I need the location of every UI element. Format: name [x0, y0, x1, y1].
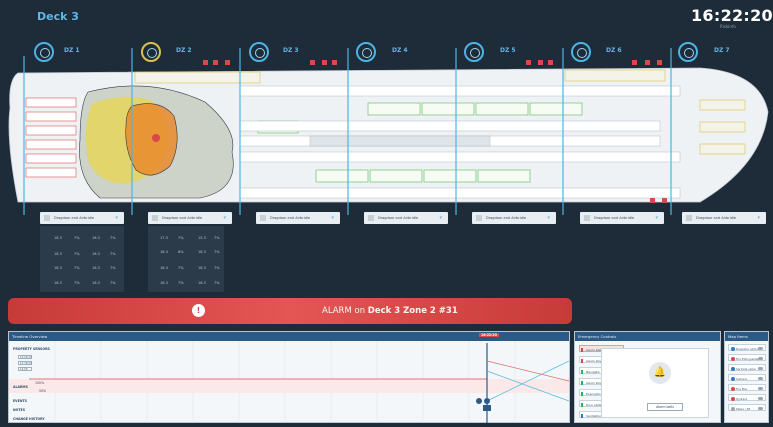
grid-value: 16.3 — [160, 266, 168, 270]
zone-4-panel[interactable]: Dragdoor and Airbridle ▾ — [364, 212, 448, 224]
grid-value: 7% — [110, 252, 116, 256]
zone-2-panel-icon — [152, 215, 158, 221]
map-item-toggle[interactable]: Dragdoor airbridle — [728, 344, 766, 351]
timeline-row-label: ALARMS — [13, 385, 28, 389]
alarm-prefix: ALARM on — [322, 306, 366, 316]
timeline-box[interactable]: 16:08 — [18, 367, 32, 371]
grid-value: 16.3 — [198, 250, 206, 254]
grid-value: 17.3 — [160, 236, 168, 240]
timeline-chart[interactable] — [9, 341, 569, 423]
bell-icon: 🔔 — [649, 362, 671, 384]
emergency-title: Emergency Controls — [575, 332, 720, 341]
timeline-row-label: NOTES — [13, 408, 26, 412]
map-items-title: Map Items — [725, 332, 768, 341]
zone-6-panel-icon — [584, 215, 590, 221]
grid-value: 16.3 — [160, 250, 168, 254]
map-item-toggle[interactable]: Stairs / lift — [728, 404, 766, 411]
zone-6-panel-label: Dragdoor and Airbridle — [594, 216, 635, 220]
grid-value: 7% — [110, 236, 116, 240]
zone-2-panel[interactable]: Dragdoor and Airbridle ▾ — [148, 212, 232, 224]
grid-value: 15.3 — [198, 236, 206, 240]
zone-6-panel[interactable]: Dragdoor and Airbridle ▾ — [580, 212, 664, 224]
grid-value: 16.3 — [54, 281, 62, 285]
grid-value: 16.3 — [198, 281, 206, 285]
grid-value: 16.3 — [92, 252, 100, 256]
grid-value: 7% — [110, 266, 116, 270]
zone-1-panel-icon — [44, 215, 50, 221]
map-item-toggle[interactable]: Sprinkle valve — [728, 364, 766, 371]
chevron-down-icon[interactable]: ▾ — [439, 215, 442, 221]
map-item-toggle[interactable]: Camera — [728, 374, 766, 381]
timeline-panel[interactable]: Timeline Overview PROPERTY SENSORS 16:08… — [8, 331, 570, 423]
zone-5-panel-icon — [476, 215, 482, 221]
zone-7-panel-icon — [686, 215, 692, 221]
chevron-down-icon[interactable]: ▾ — [655, 215, 658, 221]
zone-5-panel-label: Dragdoor and Airbridle — [486, 216, 527, 220]
zone-7-panel[interactable]: Dragdoor and Airbridle ▾ — [682, 212, 766, 224]
grid-value: 7% — [74, 236, 80, 240]
timeline-marker: 16:22:20 — [479, 333, 499, 337]
zone-2-panel-label: Dragdoor and Airbridle — [162, 216, 203, 220]
grid-value: 7% — [74, 281, 80, 285]
chevron-down-icon[interactable]: ▾ — [115, 215, 118, 221]
grid-value: 7% — [110, 281, 116, 285]
alarm-value: 50% — [39, 389, 47, 393]
clock-subtitle: Riskinfo — [720, 24, 736, 29]
grid-value: 7% — [74, 252, 80, 256]
timeline-box[interactable]: 15:38:23 — [18, 361, 32, 365]
grid-value: 7% — [74, 266, 80, 270]
alarm-icon: ! — [192, 304, 205, 317]
timeline-row-label: CHANGE HISTORY — [13, 417, 45, 421]
grid-value: 16.3 — [54, 252, 62, 256]
deck-title: Deck 3 — [37, 10, 79, 23]
alarm-bells-button[interactable]: Alarm bells — [647, 403, 683, 411]
chevron-down-icon[interactable]: ▾ — [223, 215, 226, 221]
clock: 16:22:20 — [691, 6, 773, 25]
alarm-location: Deck 3 Zone 2 #31 — [367, 306, 458, 316]
zone-7-panel-label: Dragdoor and Airbridle — [696, 216, 737, 220]
grid-value: 7% — [214, 281, 220, 285]
map-item-toggle[interactable]: Fire Box — [728, 384, 766, 391]
ship-deck-plan[interactable] — [0, 40, 773, 215]
grid-value: 7% — [214, 250, 220, 254]
timeline-row-label: PROPERTY SENSORS — [13, 347, 50, 351]
timeline-box[interactable]: 16:08:23 — [18, 355, 32, 359]
grid-value: 16.3 — [92, 266, 100, 270]
grid-value: 16.3 — [92, 236, 100, 240]
chevron-down-icon[interactable]: ▾ — [757, 215, 760, 221]
grid-value: 16.3 — [198, 266, 206, 270]
grid-value: 8% — [178, 250, 184, 254]
grid-value: 7% — [178, 236, 184, 240]
zone-3-panel-label: Dragdoor and Airbridle — [270, 216, 311, 220]
zone-3-panel-icon — [260, 215, 266, 221]
map-item-toggle[interactable]: Fire Extinguisher — [728, 354, 766, 361]
zone-4-panel-label: Dragdoor and Airbridle — [378, 216, 419, 220]
zone-1-panel[interactable]: Dragdoor and Airbridle ▾ — [40, 212, 124, 224]
zone-4-panel-icon — [368, 215, 374, 221]
timeline-row-label: EVENTS — [13, 399, 27, 403]
alarm-banner[interactable] — [8, 298, 572, 324]
zone-5-panel[interactable]: Dragdoor and Airbridle ▾ — [472, 212, 556, 224]
chevron-down-icon[interactable]: ▾ — [331, 215, 334, 221]
grid-value: 16.3 — [160, 281, 168, 285]
grid-value: 7% — [178, 281, 184, 285]
grid-value: 16.3 — [54, 266, 62, 270]
grid-value: 16.3 — [54, 236, 62, 240]
zone-2-detail-grid: 17.3 7% 15.3 7% 16.3 8% 16.3 7% 16.3 7% … — [148, 226, 224, 292]
grid-value: 7% — [214, 266, 220, 270]
grid-value: 7% — [214, 236, 220, 240]
alarm-message: ALARM on Deck 3 Zone 2 #31 — [322, 306, 458, 316]
zone-3-panel[interactable]: Dragdoor and Airbridle ▾ — [256, 212, 340, 224]
hazard-zone-orange — [125, 103, 178, 176]
alarm-value: 100% — [35, 381, 45, 385]
map-items-panel: Map Items Dragdoor airbridle Fire Exting… — [724, 331, 769, 423]
alarm-source-icon — [152, 134, 160, 142]
zone-1-panel-label: Dragdoor and Airbridle — [54, 216, 95, 220]
grid-value: 16.3 — [92, 281, 100, 285]
chevron-down-icon[interactable]: ▾ — [547, 215, 550, 221]
grid-value: 7% — [178, 266, 184, 270]
zone-1-detail-grid: 16.3 7% 16.3 7% 16.3 7% 16.3 7% 16.3 7% … — [40, 226, 124, 292]
map-item-toggle[interactable]: Hydrant — [728, 394, 766, 401]
